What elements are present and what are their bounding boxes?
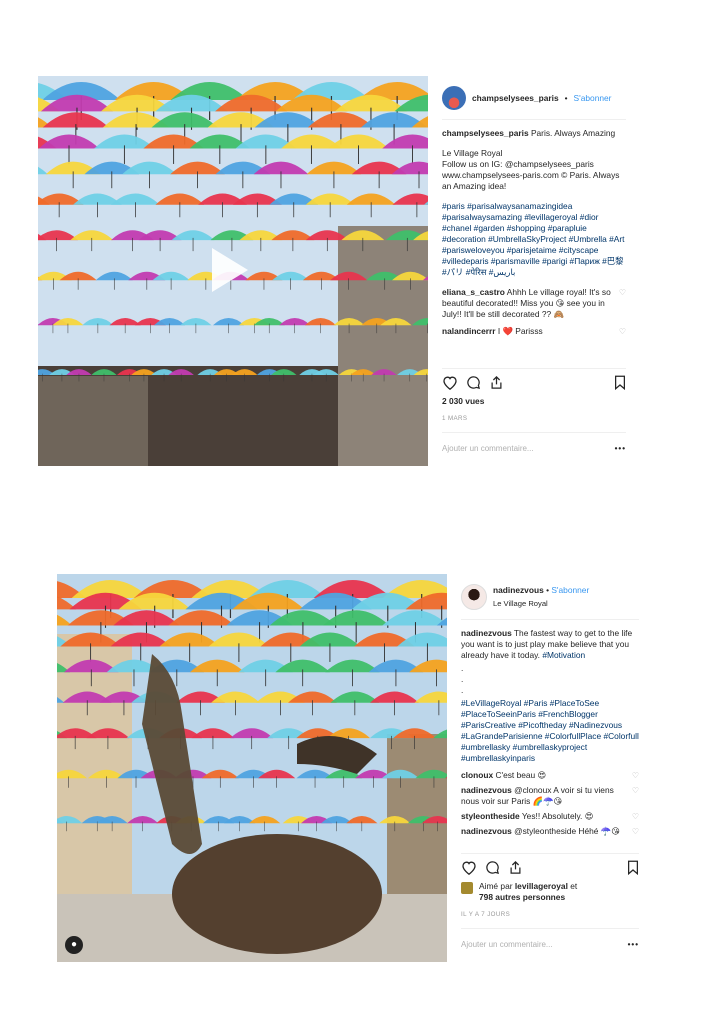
header-text: nadinezvous • S'abonner Le Village Royal (493, 585, 589, 609)
share-icon[interactable] (508, 860, 523, 875)
comment-username[interactable]: styleontheside (461, 811, 520, 821)
username[interactable]: nadinezvous (493, 585, 544, 595)
bookmark-icon[interactable] (614, 375, 626, 390)
comment: eliana_s_castro Ahhh Le village royal! I… (442, 287, 626, 320)
post-sidebar: nadinezvous • S'abonner Le Village Royal… (447, 574, 647, 962)
caption: nadinezvous The fastest way to get to th… (461, 628, 639, 661)
dot-line: . (461, 663, 464, 673)
follow-button[interactable]: S'abonner (574, 93, 612, 104)
comment: styleontheside Yes!! Absolutely. 😍 ♡ (461, 811, 639, 822)
comment-username[interactable]: eliana_s_castro (442, 287, 505, 297)
comment-text: Yes!! Absolutely. 😍 (521, 811, 594, 821)
add-comment-field[interactable]: Ajouter un commentaire... ••• (461, 928, 639, 962)
separator-dot: • (564, 92, 568, 103)
liker-avatar[interactable] (461, 882, 473, 894)
liked-and: et (570, 881, 578, 891)
comment-username[interactable]: clonoux (461, 770, 493, 780)
more-options-icon[interactable]: ••• (628, 939, 639, 950)
dot-line: . (461, 674, 464, 684)
post-sidebar: champselysees_paris • S'abonner champsel… (428, 76, 634, 466)
umbrella-sculpture-photo (57, 574, 447, 962)
comment-like-icon[interactable]: ♡ (619, 326, 626, 337)
location-link[interactable]: Le Village Royal (493, 598, 589, 609)
avatar[interactable] (461, 584, 487, 610)
liked-prefix: Aimé par (479, 881, 513, 891)
comment-like-icon[interactable]: ♡ (632, 811, 639, 822)
more-options-icon[interactable]: ••• (615, 443, 626, 454)
heart-icon[interactable] (442, 375, 458, 390)
caption-text: Paris. Always Amazing (530, 128, 616, 138)
play-icon[interactable] (212, 248, 248, 292)
post-header: champselysees_paris • S'abonner (442, 76, 626, 120)
hashtags[interactable]: #paris #parisalwaysanamazingidea #parisa… (442, 201, 626, 278)
caption-dots: . . . (461, 663, 639, 696)
caption-area: nadinezvous The fastest way to get to th… (461, 620, 639, 853)
post-date: 1 MARS (442, 415, 468, 422)
hashtags[interactable]: #LeVillageRoyal #Paris #PlaceToSee #Plac… (461, 698, 639, 764)
liked-others[interactable]: 798 autres personnes (479, 892, 565, 902)
action-bar (442, 368, 626, 390)
add-comment-placeholder: Ajouter un commentaire... (442, 444, 534, 453)
comment: nadinezvous @styleontheside Héhé ☂️😘 ♡ (461, 826, 639, 837)
comment-like-icon[interactable]: ♡ (632, 826, 639, 837)
likes-summary: Aimé par levillageroyal et 798 autres pe… (461, 881, 639, 903)
instagram-post-1: champselysees_paris • S'abonner champsel… (38, 76, 634, 466)
comment-username[interactable]: nadinezvous (461, 826, 512, 836)
comment: nalandincerrr I ❤️ Parisss ♡ (442, 326, 626, 337)
post-photo[interactable]: ● (57, 574, 447, 962)
username[interactable]: champselysees_paris (472, 93, 559, 104)
comment: clonoux C'est beau 😍 ♡ (461, 770, 639, 781)
post-date: IL Y A 7 JOURS (461, 911, 511, 918)
action-bar (461, 853, 639, 875)
heart-icon[interactable] (461, 860, 477, 875)
tagged-user-icon[interactable]: ● (65, 936, 83, 954)
view-count: 2 030 vues (442, 396, 485, 406)
comment-username[interactable]: nadinezvous (461, 785, 512, 795)
add-comment-field[interactable]: Ajouter un commentaire... ••• (442, 432, 626, 466)
follow-button[interactable]: S'abonner (551, 585, 589, 595)
avatar[interactable] (442, 86, 466, 110)
dot-line: . (461, 685, 464, 695)
comment-like-icon[interactable]: ♡ (619, 287, 626, 320)
instagram-post-2: ● nadinezvous • S'abonner Le Village Roy… (57, 574, 647, 962)
caption-username[interactable]: champselysees_paris (442, 128, 529, 138)
post-header: nadinezvous • S'abonner Le Village Royal (461, 574, 639, 620)
share-icon[interactable] (489, 375, 504, 390)
caption-body: Le Village Royal Follow us on IG: @champ… (442, 148, 626, 192)
comment-icon[interactable] (485, 860, 500, 875)
comment-icon[interactable] (466, 375, 481, 390)
comment-like-icon[interactable]: ♡ (632, 785, 639, 807)
liker-username[interactable]: levillageroyal (515, 881, 568, 891)
caption: champselysees_paris Paris. Always Amazin… (442, 128, 626, 139)
add-comment-placeholder: Ajouter un commentaire... (461, 940, 553, 949)
comment-text: @styleontheside Héhé ☂️😘 (514, 826, 620, 836)
comment-like-icon[interactable]: ♡ (632, 770, 639, 781)
post-video[interactable] (38, 76, 428, 466)
comment-text: C'est beau 😍 (495, 770, 547, 780)
bookmark-icon[interactable] (627, 860, 639, 875)
comment-text: I ❤️ Parisss (497, 326, 543, 336)
comment: nadinezvous @clonoux A voir si tu viens … (461, 785, 639, 807)
separator-dot: • (546, 585, 549, 595)
caption-username[interactable]: nadinezvous (461, 628, 512, 638)
caption-line: www.champselysees-paris.com © Paris. Alw… (442, 170, 620, 191)
caption-area: champselysees_paris Paris. Always Amazin… (442, 120, 626, 368)
comment-username[interactable]: nalandincerrr (442, 326, 496, 336)
caption-line: Follow us on IG: @champselysees_paris (442, 159, 594, 169)
caption-hashtag[interactable]: #Motivation (542, 650, 585, 660)
caption-line: Le Village Royal (442, 148, 503, 158)
